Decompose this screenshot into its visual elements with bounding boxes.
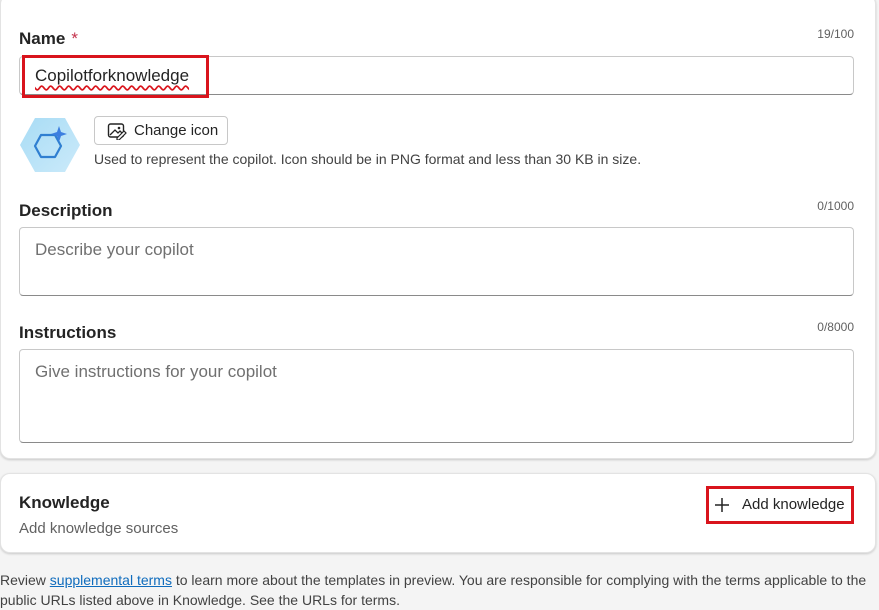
instructions-input[interactable]: Give instructions for your copilot: [19, 349, 854, 443]
name-counter: 19/100: [817, 27, 854, 41]
change-icon-label: Change icon: [134, 122, 219, 139]
instructions-placeholder: Give instructions for your copilot: [35, 362, 277, 381]
highlight-name-value: [22, 55, 209, 98]
required-mark: *: [71, 29, 78, 48]
description-placeholder: Describe your copilot: [35, 240, 194, 259]
change-icon-button[interactable]: Change icon: [94, 116, 228, 145]
terms-notice: Review supplemental terms to learn more …: [0, 570, 879, 610]
highlight-add-knowledge: [706, 486, 854, 524]
description-counter: 0/1000: [817, 199, 854, 213]
terms-prefix: Review: [0, 572, 50, 588]
name-label: Name *: [19, 29, 78, 48]
instructions-label: Instructions: [19, 323, 117, 342]
supplemental-terms-link[interactable]: supplemental terms: [50, 572, 172, 588]
image-edit-icon: [107, 122, 127, 140]
description-label: Description: [19, 201, 113, 220]
knowledge-subtitle: Add knowledge sources: [19, 520, 179, 537]
copilot-avatar: [19, 116, 81, 174]
knowledge-title: Knowledge: [19, 493, 110, 512]
icon-helper-text: Used to represent the copilot. Icon shou…: [94, 151, 642, 167]
copilot-hexagon-icon: [20, 118, 80, 172]
instructions-counter: 0/8000: [817, 320, 854, 334]
description-input[interactable]: Describe your copilot: [19, 227, 854, 296]
